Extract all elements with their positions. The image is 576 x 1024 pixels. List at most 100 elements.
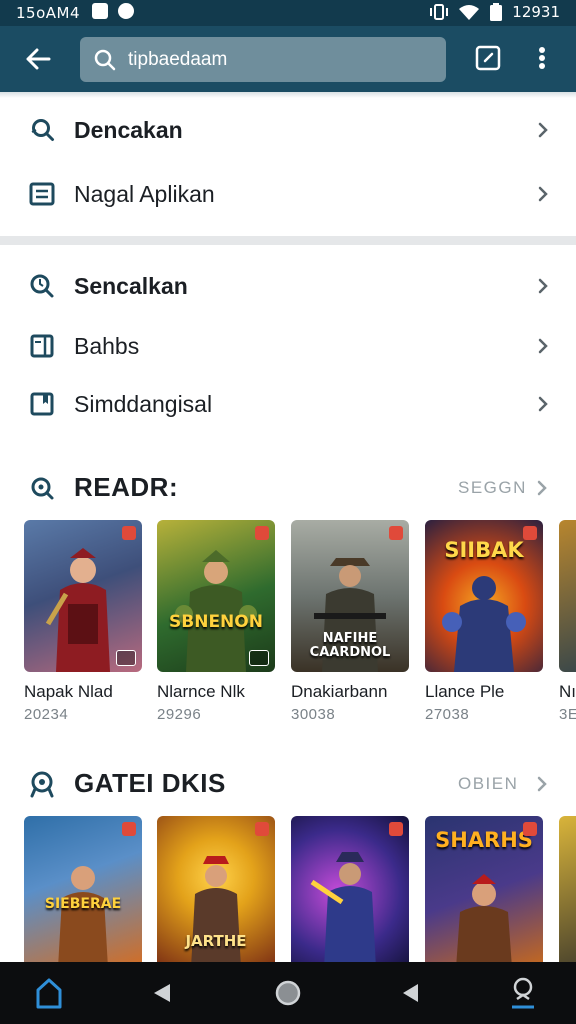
app-cover-image bbox=[559, 520, 576, 672]
section-header-readr: READR: SEGGN bbox=[0, 468, 576, 508]
system-nav-bar bbox=[0, 962, 576, 1024]
more-vert-icon bbox=[539, 47, 545, 69]
vibrate-icon bbox=[430, 4, 449, 20]
app-card[interactable]: JARTHE bbox=[157, 816, 275, 962]
chevron-right-icon bbox=[534, 395, 552, 413]
app-card[interactable]: NAFIHE CAARDNOL Dnakiarbann 30038 bbox=[291, 520, 409, 723]
menu-item-dencakan[interactable]: Dencakan bbox=[0, 102, 576, 158]
status-right: 12931 bbox=[430, 3, 560, 21]
app-title: Nlarnce Nlk bbox=[157, 682, 245, 701]
award-icon bbox=[28, 770, 56, 798]
app-card[interactable] bbox=[291, 816, 409, 962]
badge-icon bbox=[122, 822, 136, 836]
menu-item-label: Bahbs bbox=[74, 332, 140, 359]
section-header-gatei-dkis: GATEI DKIS OBIEN bbox=[0, 764, 576, 804]
search-input[interactable] bbox=[126, 47, 430, 72]
hero-figure bbox=[45, 548, 110, 672]
badge-icon bbox=[389, 526, 403, 540]
chevron-right-icon bbox=[534, 277, 552, 295]
menu-item-label: Sencalkan bbox=[74, 272, 188, 299]
app-cover-image bbox=[291, 816, 409, 962]
app-card[interactable] bbox=[559, 816, 576, 962]
app-card[interactable]: Napak Nlad 20234 bbox=[24, 520, 142, 723]
menu-item-label: Dencakan bbox=[74, 116, 183, 143]
see-more-link[interactable]: OBIEN bbox=[458, 774, 518, 794]
badge-icon bbox=[389, 822, 403, 836]
cover-title: SIIBAK bbox=[444, 538, 524, 562]
badge-icon bbox=[255, 822, 269, 836]
app-cover-image: SHARHS bbox=[425, 816, 543, 962]
hero-figure bbox=[310, 852, 376, 962]
menu-item-nagal-aplikan[interactable]: Nagal Aplikan bbox=[0, 166, 576, 222]
app-cover-image: SBNENON bbox=[157, 520, 275, 672]
external-link-icon bbox=[475, 45, 501, 71]
back-button[interactable] bbox=[18, 42, 58, 76]
external-link-button[interactable] bbox=[474, 44, 502, 72]
chevron-right-icon[interactable] bbox=[534, 479, 550, 497]
chevron-right-icon bbox=[534, 185, 552, 203]
menu-item-bahbs[interactable]: Bahbs bbox=[0, 318, 576, 374]
app-count: 3E bbox=[559, 706, 576, 723]
app-count: 20234 bbox=[24, 706, 69, 723]
arrow-left-icon bbox=[26, 48, 51, 70]
cover-title: NAFIHE CAARDNOL bbox=[309, 631, 391, 660]
app-cover-image bbox=[559, 816, 576, 962]
app-count: 29296 bbox=[157, 706, 202, 723]
search-icon bbox=[28, 116, 56, 144]
status-bar: 15oAM4 12931 bbox=[0, 0, 576, 26]
app-card[interactable]: SIEBERAE bbox=[24, 816, 142, 962]
app-cover-image: JARTHE bbox=[157, 816, 275, 962]
home-nav-button[interactable] bbox=[32, 976, 66, 1010]
chevron-right-icon[interactable] bbox=[534, 775, 550, 793]
section-title: READR: bbox=[74, 472, 179, 502]
triangle-back-icon bbox=[154, 984, 170, 1002]
circle-home-icon bbox=[275, 980, 301, 1006]
app-card-row-1: Napak Nlad 20234 SBNENON Nlarnce Nlk 292… bbox=[0, 520, 576, 730]
chevron-right-icon bbox=[534, 337, 552, 355]
menu-item-sencalkan[interactable]: Sencalkan bbox=[0, 258, 576, 314]
badge-icon bbox=[523, 822, 537, 836]
recent-nav-button[interactable] bbox=[394, 976, 428, 1010]
hero-figure bbox=[456, 874, 512, 962]
list-icon bbox=[28, 180, 56, 208]
home-icon bbox=[36, 978, 62, 1009]
status-time: 15oAM4 bbox=[16, 4, 81, 22]
status-notification-icons bbox=[92, 3, 134, 19]
search-box[interactable] bbox=[80, 37, 446, 82]
badge-icon bbox=[523, 526, 537, 540]
battery-icon bbox=[490, 3, 503, 21]
app-cover-image: SIIBAK bbox=[425, 520, 543, 672]
app-cover-image: SIEBERAE bbox=[24, 816, 142, 962]
app-bar bbox=[0, 26, 576, 92]
platform-badge-icon bbox=[249, 650, 269, 666]
badge-icon bbox=[255, 526, 269, 540]
app-card[interactable]: SBNENON Nlarnce Nlk 29296 bbox=[157, 520, 275, 723]
overflow-menu-button[interactable] bbox=[528, 44, 556, 72]
section-divider bbox=[0, 236, 576, 245]
menu-item-simddangisal[interactable]: Simddangisal bbox=[0, 376, 576, 432]
app-card[interactable]: Nı 3E bbox=[559, 520, 576, 723]
triangle-left-icon bbox=[403, 984, 418, 1002]
search-icon bbox=[94, 49, 116, 71]
notification-app-icon bbox=[92, 3, 108, 19]
bookmark-icon bbox=[28, 390, 56, 418]
assistant-nav-button[interactable] bbox=[506, 976, 540, 1010]
book-icon bbox=[28, 332, 56, 360]
status-right-time: 12931 bbox=[512, 3, 560, 21]
cover-title: SIEBERAE bbox=[44, 896, 122, 912]
menu-item-label: Nagal Aplikan bbox=[74, 180, 215, 207]
menu-item-label: Simddangisal bbox=[74, 390, 213, 417]
app-title: Llance Ple bbox=[425, 682, 505, 701]
back-nav-button[interactable] bbox=[144, 976, 178, 1010]
see-more-link[interactable]: SEGGN bbox=[458, 478, 527, 498]
chevron-right-icon bbox=[534, 121, 552, 139]
platform-badge-icon bbox=[116, 650, 136, 666]
app-card[interactable]: SIIBAK Llance Ple 27038 bbox=[425, 520, 543, 723]
app-count: 30038 bbox=[291, 706, 336, 723]
wifi-icon bbox=[459, 5, 480, 20]
home-circle-button[interactable] bbox=[271, 976, 305, 1010]
app-card[interactable]: SHARHS bbox=[425, 816, 543, 962]
cover-title: SBNENON bbox=[169, 612, 263, 632]
app-title: Nı bbox=[559, 682, 576, 701]
app-title: Dnakiarbann bbox=[291, 682, 388, 701]
